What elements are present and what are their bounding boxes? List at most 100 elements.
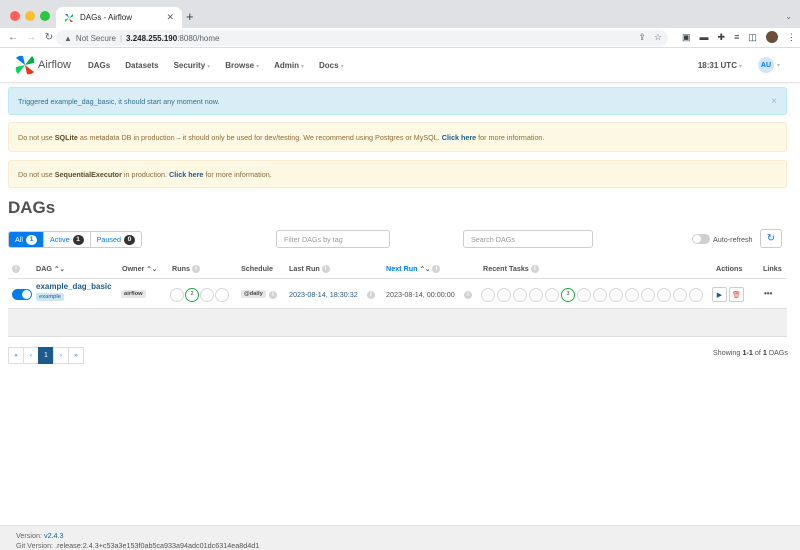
run-state-circle[interactable] <box>200 288 214 302</box>
header-owner[interactable]: Owner ⌃⌄ <box>122 264 157 273</box>
page-first-button[interactable]: « <box>8 347 24 364</box>
task-state-circle[interactable] <box>577 288 591 302</box>
forward-icon[interactable]: → <box>26 32 36 43</box>
nav-datasets[interactable]: Datasets <box>125 61 158 70</box>
browser-menu-icon[interactable]: ⋮ <box>787 31 796 43</box>
refresh-button[interactable]: ↻ <box>760 229 782 248</box>
trigger-dag-button[interactable]: ▶ <box>712 287 727 302</box>
header-owner-label: Owner <box>122 264 145 273</box>
filter-all-button[interactable]: All 1 <box>9 232 44 247</box>
airflow-logo[interactable]: Airflow <box>15 55 71 75</box>
task-state-circle[interactable] <box>689 288 703 302</box>
dag-pause-toggle[interactable] <box>12 289 32 300</box>
version-link[interactable]: v2.4.3 <box>44 531 64 540</box>
user-menu[interactable]: AU ▾ <box>757 57 780 73</box>
page-last-button[interactable]: » <box>68 347 84 364</box>
task-state-circle[interactable] <box>529 288 543 302</box>
warning-text-post: for more information. <box>476 132 545 142</box>
page-prev-button[interactable]: ‹ <box>23 347 39 364</box>
page-next-button[interactable]: › <box>53 347 69 364</box>
airflow-navbar: Airflow DAGs Datasets Security ▾ Browse ▾ … <box>0 49 800 83</box>
bookmark-star-icon[interactable]: ☆ <box>654 32 662 43</box>
nav-browse[interactable]: Browse ▾ <box>225 61 259 70</box>
window-close-button[interactable] <box>10 11 20 21</box>
puzzle-extensions-icon[interactable]: ✚ <box>718 31 726 43</box>
url-host: 3.248.255.190 <box>126 33 178 43</box>
window-minimize-button[interactable] <box>25 11 35 21</box>
info-icon[interactable]: i <box>464 291 472 299</box>
reload-icon[interactable]: ↻ <box>44 32 54 43</box>
header-next-run[interactable]: Next Run ⌃⌄ i <box>386 264 441 274</box>
info-icon[interactable]: i <box>269 291 277 299</box>
page-current-button[interactable]: 1 <box>38 347 54 364</box>
delete-dag-button[interactable]: 🗑 <box>729 287 744 302</box>
url-path: :8080/home <box>177 33 220 43</box>
extension-icon[interactable]: ▬ <box>700 31 709 43</box>
auto-refresh-toggle[interactable]: Auto-refresh <box>692 234 753 244</box>
browser-tab[interactable]: DAGs - Airflow ✕ <box>56 7 182 28</box>
task-state-circle[interactable] <box>641 288 655 302</box>
nav-docs-label: Docs <box>319 61 339 70</box>
git-label: Git Version: <box>16 541 56 550</box>
info-icon[interactable]: i <box>321 265 330 274</box>
dag-id-link[interactable]: example_dag_basic <box>36 282 112 291</box>
run-state-circle[interactable] <box>170 288 184 302</box>
utc-clock[interactable]: 18:31 UTC ▾ <box>698 61 742 70</box>
url-input[interactable]: ▲ Not Secure | 3.248.255.190 :8080/home … <box>56 30 668 46</box>
task-state-circle[interactable] <box>497 288 511 302</box>
task-state-circle[interactable] <box>625 288 639 302</box>
task-state-circle[interactable] <box>657 288 671 302</box>
task-state-circle[interactable] <box>673 288 687 302</box>
close-icon[interactable]: × <box>771 96 777 107</box>
tag-filter-input[interactable] <box>276 230 390 248</box>
header-runs: Runs i <box>172 264 200 274</box>
chevron-down-icon: ▾ <box>207 64 211 70</box>
filter-paused-button[interactable]: Paused 0 <box>90 232 141 247</box>
run-state-circle[interactable] <box>215 288 229 302</box>
info-icon[interactable]: i <box>432 265 441 274</box>
nav-dags[interactable]: DAGs <box>88 61 110 70</box>
tab-close-icon[interactable]: ✕ <box>166 12 174 23</box>
tab-title: DAGs - Airflow <box>80 13 133 22</box>
nav-docs[interactable]: Docs ▾ <box>319 61 344 70</box>
git-version-line: Git Version: .release:2.4.3+c53a3e153f0a… <box>16 541 800 550</box>
click-here-link[interactable]: Click here <box>442 133 476 142</box>
nav-security[interactable]: Security ▾ <box>174 61 211 70</box>
owner-badge[interactable]: airflow <box>121 290 146 298</box>
share-icon[interactable]: ⇪ <box>638 32 646 43</box>
task-state-circle[interactable] <box>481 288 495 302</box>
info-icon[interactable]: i <box>191 265 200 274</box>
profile-avatar[interactable] <box>765 31 778 43</box>
header-actions: Actions <box>716 264 743 273</box>
toggle-switch[interactable] <box>692 234 710 244</box>
warning-text-mid: in production. <box>121 169 170 179</box>
header-dag[interactable]: DAG ⌃⌄ <box>36 264 65 273</box>
window-zoom-button[interactable] <box>40 11 50 21</box>
task-state-circle-running[interactable]: 3 <box>561 288 575 302</box>
back-icon[interactable]: ← <box>8 32 18 43</box>
click-here-link[interactable]: Click here <box>169 170 203 179</box>
new-tab-button[interactable]: + <box>186 10 194 24</box>
search-dags-input[interactable] <box>463 230 593 248</box>
executor-warning-alert: Do not use SequentialExecutor in product… <box>8 160 787 188</box>
run-state-circle-running[interactable]: 2 <box>185 288 199 302</box>
reading-list-icon[interactable]: ≡ <box>734 31 739 43</box>
task-state-circle[interactable] <box>609 288 623 302</box>
side-panel-icon[interactable]: ◫ <box>748 31 757 43</box>
schedule-badge[interactable]: @daily <box>241 290 266 298</box>
task-state-circle[interactable] <box>545 288 559 302</box>
filter-active-button[interactable]: Active 1 <box>44 232 91 247</box>
info-icon[interactable]: i <box>12 264 20 274</box>
last-run-link[interactable]: 2023-08-14, 18:30:32 <box>289 290 358 299</box>
links-more-button[interactable]: ••• <box>764 289 772 298</box>
task-state-circle[interactable] <box>513 288 527 302</box>
info-icon[interactable]: i <box>367 291 375 299</box>
nav-admin[interactable]: Admin ▾ <box>274 61 304 70</box>
task-state-circle[interactable] <box>593 288 607 302</box>
info-icon[interactable]: i <box>530 265 539 274</box>
dag-tag-badge[interactable]: example <box>36 293 64 301</box>
warning-icon[interactable]: ▲ <box>64 34 72 43</box>
tab-search-icon[interactable]: ⌄ <box>785 12 792 21</box>
extension-icon[interactable]: ▣ <box>682 31 691 43</box>
warning-text-pre: Do not use <box>18 169 55 179</box>
